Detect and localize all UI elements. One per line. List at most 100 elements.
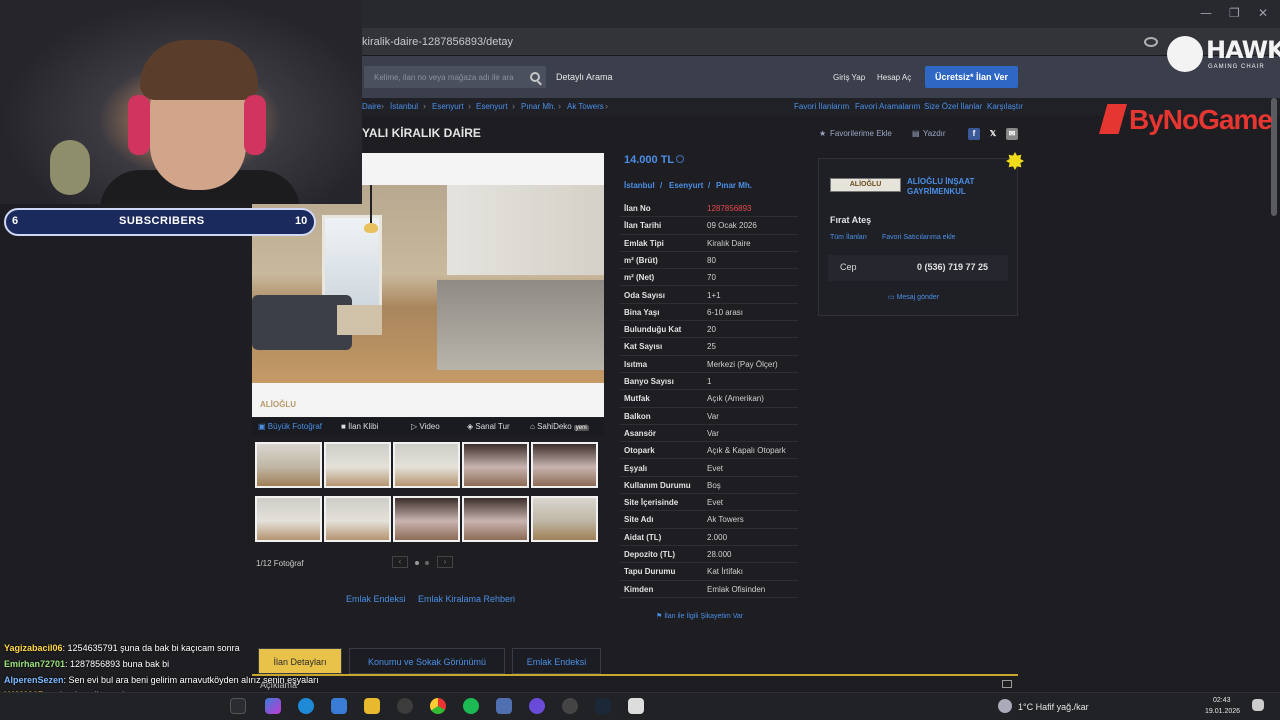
chrome-icon[interactable] [430, 698, 446, 714]
photo-thumbnail[interactable] [324, 442, 391, 488]
calculator-icon[interactable] [628, 698, 644, 714]
steam-icon[interactable] [595, 698, 611, 714]
tab-listing-clip[interactable]: ■ İlan Klibi [341, 422, 378, 431]
photo-thumbnail[interactable] [393, 442, 460, 488]
weather-text[interactable]: 1°C Hafif yağ./kar [1018, 702, 1089, 712]
location-link[interactable]: Esenyurt [669, 181, 703, 190]
clock-time[interactable]: 02:43 [1213, 697, 1231, 704]
discord-icon[interactable] [529, 698, 545, 714]
tab-virtual-tour[interactable]: ◈ Sanal Tur [467, 422, 510, 431]
rental-guide-link[interactable]: Emlak Kiralama Rehberi [418, 594, 515, 604]
location-separator: / [708, 181, 711, 190]
chat-text: : 1254635791 şuna da bak bi kaçıcam sonr… [62, 643, 240, 653]
store-icon[interactable] [331, 698, 347, 714]
location-separator: / [660, 181, 663, 190]
clock-date[interactable]: 19.01.2026 [1205, 708, 1240, 715]
detail-row: m² (Net) 70 [620, 269, 798, 287]
seller-logo[interactable]: ALİOĞLU [830, 178, 901, 192]
print-icon[interactable]: ▤ [912, 129, 920, 138]
chat-username: Yagizabacil06 [4, 643, 63, 653]
phone-number[interactable]: 0 (536) 719 77 25 [917, 262, 988, 272]
photo-thumbnail[interactable] [255, 442, 322, 488]
photo-thumbnail[interactable] [531, 496, 598, 542]
detail-key: Tapu Durumu [624, 567, 676, 577]
seller-company[interactable]: ALİOĞLU İNŞAAT GAYRİMENKUL [907, 177, 1007, 197]
tab-video[interactable]: ▷ Video [411, 422, 440, 431]
tab-listing-details[interactable]: İlan Detayları [258, 648, 342, 674]
detail-row: Kimden Emlak Ofisinden [620, 581, 798, 598]
post-ad-button[interactable]: Ücretsiz* İlan Ver [925, 66, 1018, 88]
add-favorite-link[interactable]: Favorilerime Ekle [830, 129, 892, 138]
detailed-search-link[interactable]: Detaylı Arama [556, 72, 613, 82]
detail-key: Site İçerisinde [624, 498, 679, 508]
favorite-seller-link[interactable]: Favori Satıcılarıma ekle [882, 234, 956, 241]
emlak-index-link[interactable]: Emlak Endeksi [346, 594, 406, 604]
tracking-eye-icon[interactable] [1144, 37, 1158, 47]
search-input[interactable] [364, 66, 546, 88]
pager-dot[interactable] [425, 561, 429, 565]
facebook-icon[interactable]: f [968, 128, 980, 140]
photo-thumbnail[interactable] [324, 496, 391, 542]
breadcrumb-item[interactable]: İstanbul [390, 102, 418, 111]
pager-dot[interactable] [415, 561, 419, 565]
detail-value: Açık & Kapalı Otopark [707, 446, 786, 456]
breadcrumb-item[interactable]: Esenyurt [476, 102, 508, 111]
copilot-icon[interactable] [265, 698, 281, 714]
x-twitter-icon[interactable]: 𝕏 [987, 128, 999, 140]
xbox-icon[interactable] [397, 698, 413, 714]
obs-icon[interactable] [562, 698, 578, 714]
register-link[interactable]: Hesap Aç [877, 73, 911, 82]
location-link[interactable]: İstanbul [624, 181, 655, 190]
webcam-person-hair [140, 40, 258, 100]
detail-key: Bina Yaşı [624, 307, 660, 317]
report-link[interactable]: ⚑ İlan ile İlgili Şikayetim Var [656, 612, 743, 620]
collapse-icon[interactable] [1002, 680, 1012, 688]
edge-icon[interactable] [298, 698, 314, 714]
login-link[interactable]: Giriş Yap [833, 73, 865, 82]
print-link[interactable]: Yazdır [923, 129, 946, 138]
maximize-button[interactable]: ❐ [1229, 6, 1240, 20]
detail-value: Merkezi (Pay Ölçer) [707, 359, 778, 369]
photo-thumbnail[interactable] [462, 496, 529, 542]
tab-emlak-index[interactable]: Emlak Endeksi [512, 648, 601, 674]
close-button[interactable]: ✕ [1258, 6, 1268, 20]
spotify-icon[interactable] [463, 698, 479, 714]
detail-value: 80 [707, 255, 716, 265]
special-listings-link[interactable]: Size Özel İlanlar [924, 102, 982, 111]
photo-thumbnail[interactable] [531, 442, 598, 488]
tab-large-photo[interactable]: ▣ Büyük Fotoğraf [258, 422, 322, 431]
notification-icon[interactable] [1252, 699, 1264, 711]
breadcrumb-item[interactable]: Esenyurt [432, 102, 464, 111]
favorite-listings-link[interactable]: Favori İlanlarım [794, 102, 849, 111]
search-icon[interactable] [530, 72, 540, 82]
breadcrumb-item[interactable]: Daire [362, 102, 381, 111]
prev-page-button[interactable]: ‹ [392, 556, 408, 568]
photo-thumbnail[interactable] [462, 442, 529, 488]
location-link[interactable]: Pınar Mh. [716, 181, 752, 190]
photo-thumbnail[interactable] [393, 496, 460, 542]
favorite-searches-link[interactable]: Favori Aramalarım [855, 102, 920, 111]
breadcrumb-item[interactable]: Pınar Mh. [521, 102, 556, 111]
photo-thumbnail[interactable] [255, 496, 322, 542]
breadcrumb-item[interactable]: Ak Towers [567, 102, 604, 111]
url-text[interactable]: kiralik-daire-1287856893/detay [362, 36, 513, 48]
bynogame-brand: ByNoGame [1129, 104, 1273, 135]
chat-text: : Sen evi bul ara beni gelirim arnavutkö… [63, 674, 319, 685]
detail-row: m² (Brüt) 80 [620, 252, 798, 270]
weather-icon[interactable] [998, 699, 1012, 713]
all-ads-link[interactable]: Tüm İlanları [830, 234, 867, 241]
tab-sahideko[interactable]: ⌂ SahiDeko yeni [530, 422, 589, 431]
minimize-button[interactable]: — [1200, 6, 1212, 20]
send-message-link[interactable]: ▭ Mesaj gönder [888, 293, 939, 301]
compare-link[interactable]: Karşılaştır [987, 102, 1023, 111]
next-page-button[interactable]: › [437, 556, 453, 568]
folder-icon[interactable] [364, 698, 380, 714]
task-view-icon[interactable] [230, 698, 246, 714]
favorite-star-icon[interactable]: ★ [819, 129, 826, 138]
headset-icon [128, 95, 150, 155]
tab-location-street[interactable]: Konumu ve Sokak Görünümü [349, 648, 505, 674]
email-icon[interactable]: ✉ [1006, 128, 1018, 140]
app-icon[interactable] [496, 698, 512, 714]
breadcrumb-separator: › [423, 101, 426, 111]
price-history-icon[interactable] [676, 155, 684, 163]
